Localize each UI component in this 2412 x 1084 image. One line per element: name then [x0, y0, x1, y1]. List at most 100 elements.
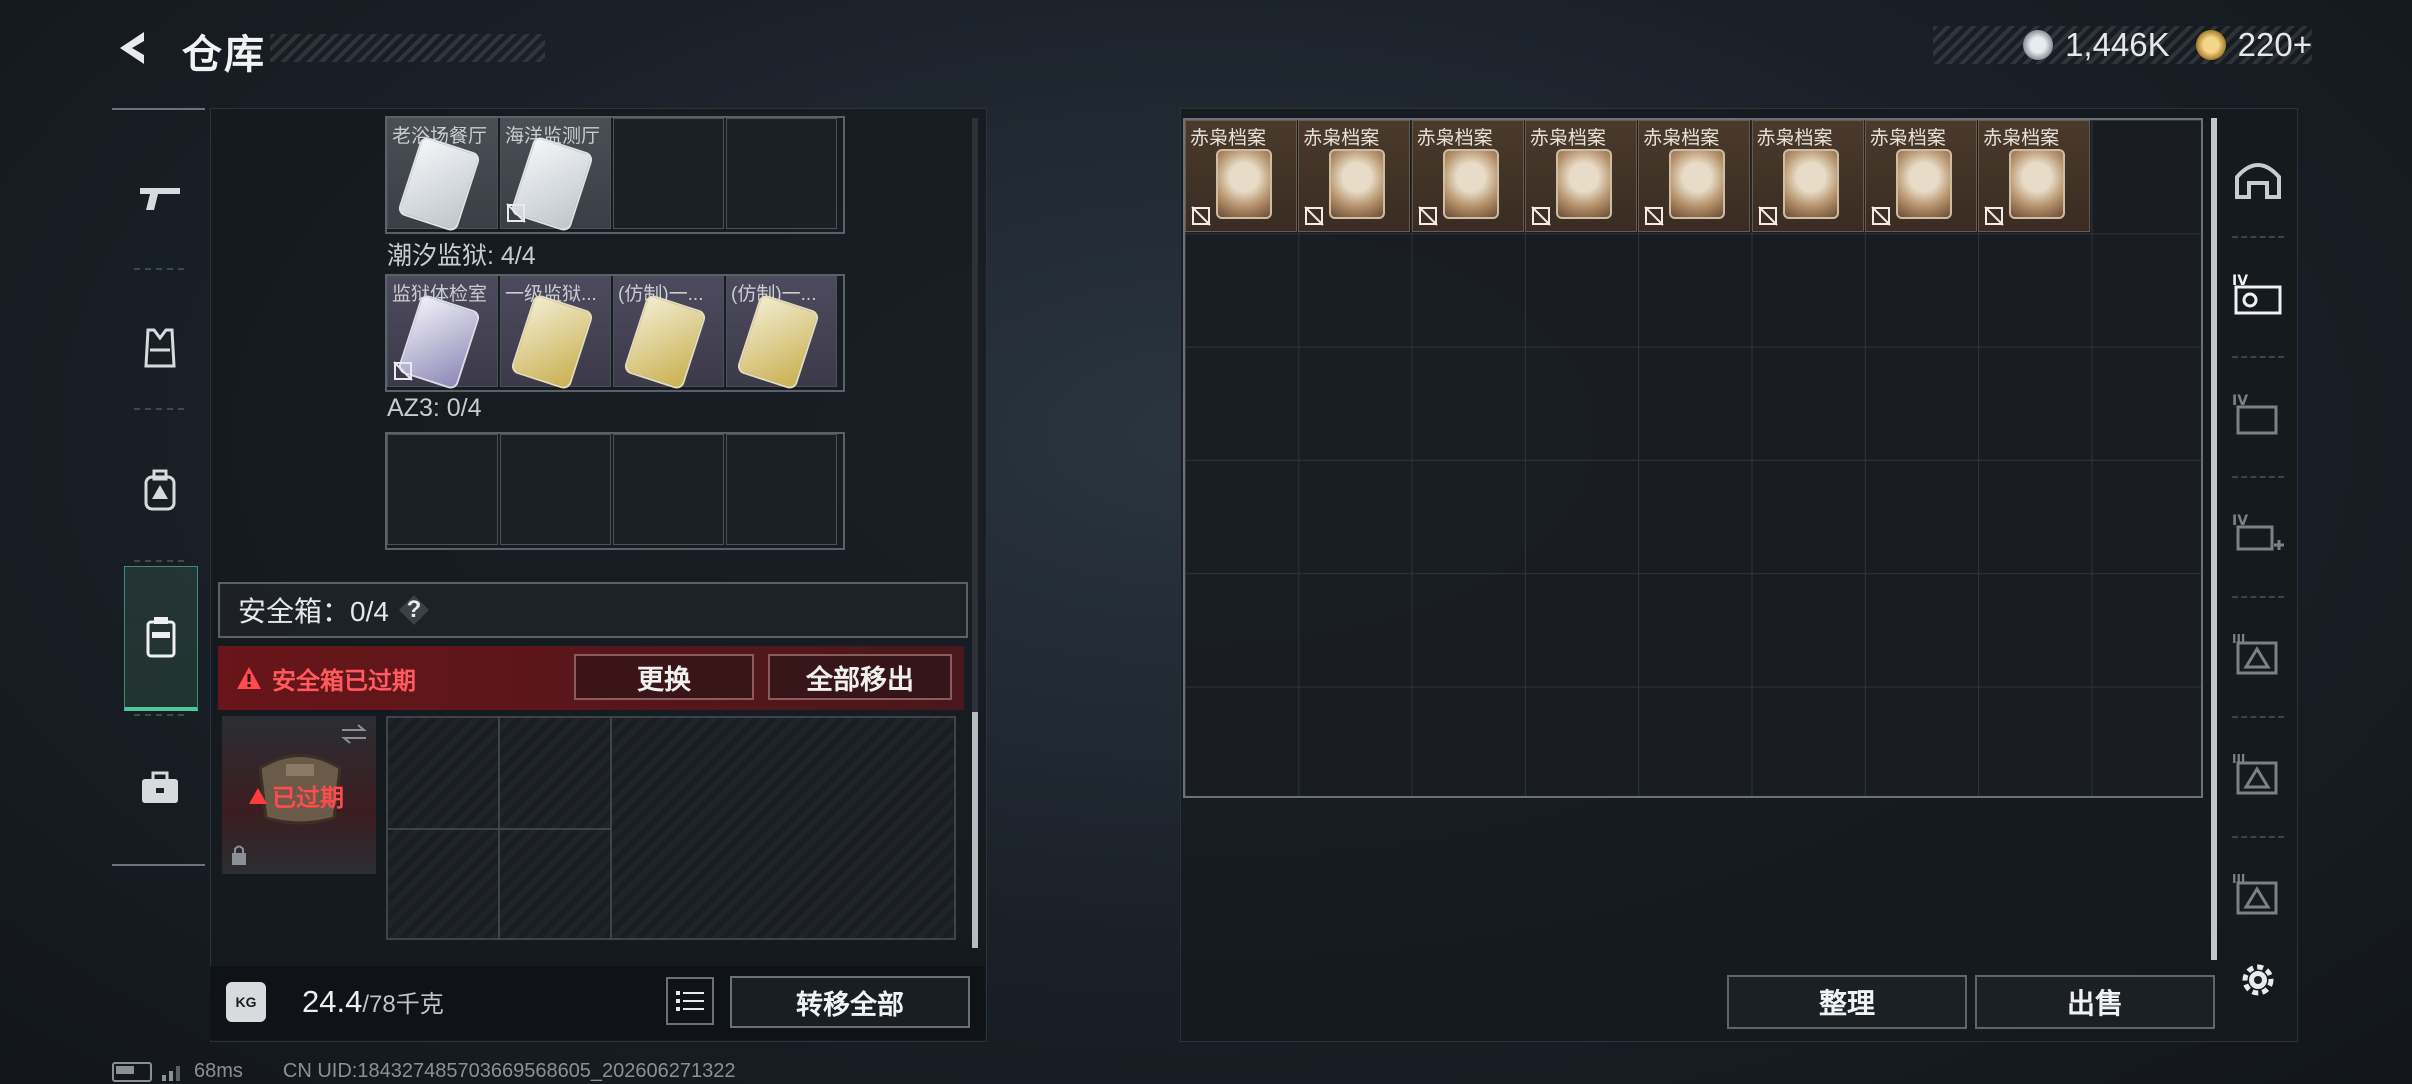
empty-slot[interactable]: [613, 118, 724, 229]
stash-item-label: 赤枭档案: [1190, 128, 1267, 149]
safe-box-item[interactable]: 已过期: [222, 716, 376, 874]
nav-item-armor[interactable]: [124, 278, 196, 418]
list-icon: [676, 991, 704, 1011]
expired-badge-text: 已过期: [272, 785, 344, 812]
stash-tab-iv-2[interactable]: IV: [2226, 378, 2290, 448]
keycard-slot[interactable]: 老浴场餐厅: [387, 118, 498, 233]
toolbox-icon: [142, 771, 178, 803]
no-bind-icon: [1984, 206, 2004, 226]
stash-item-label: 赤枭档案: [1756, 128, 1833, 149]
uid-text: CN UID:184327485703669568605_20260627132…: [282, 1060, 736, 1082]
settings-button[interactable]: [2234, 956, 2282, 1004]
lock-icon: [232, 845, 246, 865]
tab-iv-2-icon: IV: [2232, 393, 2278, 435]
nav-item-backpack[interactable]: [124, 420, 196, 560]
empty-slot[interactable]: [613, 434, 724, 545]
battery-icon: [112, 1061, 152, 1082]
document-image: [1669, 149, 1726, 219]
stash-tabs: IV IV IV III III III: [2226, 118, 2290, 958]
safe-box-icon: [146, 617, 176, 658]
stash-tab-iv-3[interactable]: IV: [2226, 498, 2290, 568]
keycard-slot[interactable]: 监狱体检室: [387, 276, 498, 391]
swap-icon[interactable]: [340, 724, 368, 744]
document-image: [1442, 149, 1499, 219]
warning-icon: [237, 667, 261, 689]
stash-tab-helmet[interactable]: [2226, 144, 2290, 214]
gear-icon: [2242, 964, 2274, 996]
weapon-icon: [140, 188, 180, 210]
stash-item-red-owl-file[interactable]: 赤枭档案: [1298, 120, 1411, 232]
tab-iii-2-icon: III: [2232, 752, 2278, 795]
expired-badge: 已过期: [248, 778, 344, 813]
backpack-icon: [144, 469, 176, 511]
keycard-slot[interactable]: (仿制)一...: [726, 276, 837, 391]
currency-b-value: 220+: [2237, 26, 2312, 63]
remove-all-button[interactable]: 全部移出: [768, 654, 952, 700]
stash-item-label: 赤枭档案: [1643, 128, 1720, 149]
sort-button[interactable]: 整理: [1727, 975, 1967, 1029]
empty-slot[interactable]: [726, 434, 837, 545]
document-image: [1555, 149, 1612, 219]
weight-current: 24.4: [302, 984, 363, 1019]
stash-tab-iii-3[interactable]: III: [2226, 858, 2290, 928]
safe-box-grid[interactable]: [386, 716, 956, 940]
group-label-az3: AZ3: 0/4: [387, 394, 482, 422]
group-label-tidal-prison: 潮汐监狱: 4/4: [387, 242, 536, 270]
document-image: [2009, 149, 2066, 219]
gold-coin-icon: [2195, 30, 2226, 60]
warning-icon: [249, 787, 267, 804]
tab-iv-3-icon: IV: [2232, 513, 2284, 551]
stash-item-label: 赤枭档案: [1983, 128, 2060, 149]
stash-item-red-owl-file[interactable]: 赤枭档案: [1524, 120, 1637, 232]
tab-iv-1-icon: IV: [2232, 273, 2282, 315]
stash-item-red-owl-file[interactable]: 赤枭档案: [1185, 120, 1297, 232]
help-icon[interactable]: ?: [398, 595, 429, 625]
left-nav: [112, 108, 205, 866]
sell-button[interactable]: 出售: [1975, 975, 2215, 1029]
no-bind-icon: [1191, 206, 1211, 226]
stash-item-red-owl-file[interactable]: 赤枭档案: [1978, 120, 2091, 232]
no-bind-icon: [1644, 206, 1664, 226]
loadout-scrollbar-thumb[interactable]: [972, 712, 978, 948]
stash-item-red-owl-file[interactable]: 赤枭档案: [1751, 120, 1864, 232]
stash-item-label: 赤枭档案: [1529, 128, 1606, 149]
keycard-slot[interactable]: (仿制)一...: [613, 276, 724, 391]
no-bind-icon: [1757, 206, 1778, 226]
keycard-image: [396, 135, 482, 233]
currency-a-value: 1,446K: [2065, 26, 2170, 63]
stash-scrollbar[interactable]: [2211, 118, 2217, 960]
stash-item-label: 赤枭档案: [1869, 128, 1946, 149]
stash-item-red-owl-file[interactable]: 赤枭档案: [1864, 120, 1977, 232]
keycard-slot[interactable]: 一级监狱...: [500, 276, 611, 391]
stash-item-red-owl-file[interactable]: 赤枭档案: [1411, 120, 1524, 232]
title-decoration: [270, 34, 545, 62]
no-bind-icon: [1871, 206, 1891, 226]
stash-tab-iv-1[interactable]: IV: [2226, 258, 2290, 328]
no-bind-icon: [506, 203, 526, 223]
status-bar: 68ms CN UID:184327485703669568605_202606…: [112, 1060, 736, 1083]
weight-icon: KG: [226, 982, 266, 1022]
ping-text: 68ms: [194, 1060, 243, 1082]
document-image: [1895, 149, 1952, 219]
back-arrow-icon: [120, 32, 144, 64]
empty-slot[interactable]: [387, 434, 498, 545]
nav-item-toolbox[interactable]: [124, 718, 196, 858]
keycard-image: [622, 293, 708, 391]
stash-tab-iii-2[interactable]: III: [2226, 738, 2290, 808]
weight-max: /78千克: [362, 991, 444, 1018]
empty-slot[interactable]: [500, 434, 611, 545]
list-view-button[interactable]: [666, 977, 714, 1025]
stash-tab-iii-1[interactable]: III: [2226, 618, 2290, 688]
no-bind-icon: [1531, 206, 1551, 226]
nav-item-safe-box[interactable]: [124, 566, 198, 711]
empty-slot[interactable]: [726, 118, 837, 229]
back-button[interactable]: [112, 26, 156, 70]
nav-item-weapon[interactable]: [124, 128, 196, 268]
stash-item-red-owl-file[interactable]: 赤枭档案: [1638, 120, 1751, 232]
replace-button[interactable]: 更换: [574, 654, 754, 700]
safe-box-header: 安全箱：0/4 ?: [218, 582, 968, 638]
keycard-slot[interactable]: 海洋监测厅: [500, 118, 611, 233]
document-image: [1216, 149, 1272, 219]
transfer-all-button[interactable]: 转移全部: [730, 976, 970, 1028]
keycard-image: [509, 293, 595, 391]
